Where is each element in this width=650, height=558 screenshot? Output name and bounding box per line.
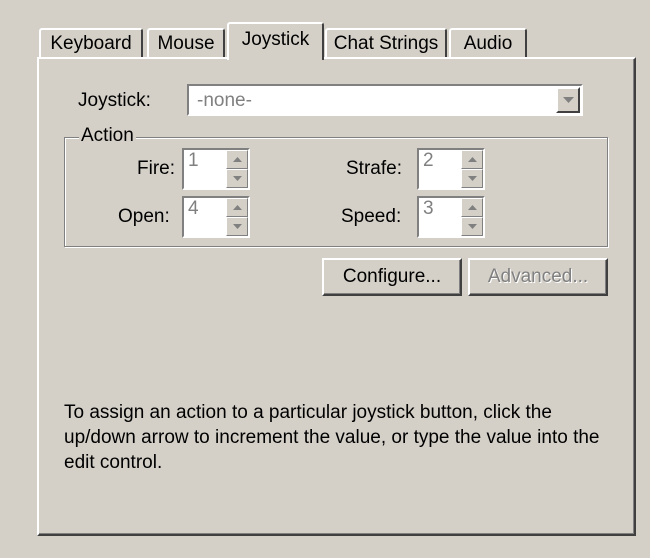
open-spinner[interactable]: 4 <box>182 196 250 238</box>
joystick-label: Joystick: <box>78 90 151 111</box>
tab-audio[interactable]: Audio <box>449 28 527 58</box>
tab-joystick[interactable]: Joystick <box>227 22 324 60</box>
arrow-up-icon[interactable] <box>226 150 248 169</box>
fire-label: Fire: <box>137 158 175 179</box>
arrow-down-icon[interactable] <box>461 169 483 188</box>
arrow-down-icon[interactable] <box>226 169 248 188</box>
tab-joystick-label: Joystick <box>241 29 310 50</box>
open-value[interactable]: 4 <box>188 198 199 220</box>
action-group-title: Action <box>79 125 136 147</box>
tab-chat-strings-label: Chat Strings <box>333 33 439 54</box>
tab-keyboard-label: Keyboard <box>50 33 132 54</box>
strafe-spinner[interactable]: 2 <box>417 148 485 190</box>
joystick-select[interactable]: -none- <box>187 84 583 116</box>
action-group: Action <box>64 125 608 247</box>
tab-keyboard[interactable]: Keyboard <box>39 28 143 58</box>
fire-spinner[interactable]: 1 <box>182 148 250 190</box>
chevron-down-icon[interactable] <box>556 87 580 113</box>
speed-label: Speed: <box>341 206 402 227</box>
tab-chat-strings[interactable]: Chat Strings <box>325 28 447 58</box>
help-text: To assign an action to a particular joys… <box>64 402 600 473</box>
speed-value[interactable]: 3 <box>423 198 434 220</box>
strafe-value[interactable]: 2 <box>423 150 434 172</box>
tab-mouse[interactable]: Mouse <box>147 28 225 58</box>
arrow-down-icon[interactable] <box>461 217 483 236</box>
configure-button[interactable]: Configure... <box>322 258 462 296</box>
joystick-select-value: -none- <box>197 90 252 111</box>
speed-spinner[interactable]: 3 <box>417 196 485 238</box>
arrow-up-icon[interactable] <box>461 150 483 169</box>
tab-audio-label: Audio <box>463 33 513 54</box>
advanced-button[interactable]: Advanced... <box>468 258 608 296</box>
fire-value[interactable]: 1 <box>188 150 199 172</box>
open-label: Open: <box>118 206 170 227</box>
strafe-label: Strafe: <box>346 158 402 179</box>
tab-mouse-label: Mouse <box>157 33 215 54</box>
arrow-up-icon[interactable] <box>461 198 483 217</box>
arrow-up-icon[interactable] <box>226 198 248 217</box>
arrow-down-icon[interactable] <box>226 217 248 236</box>
